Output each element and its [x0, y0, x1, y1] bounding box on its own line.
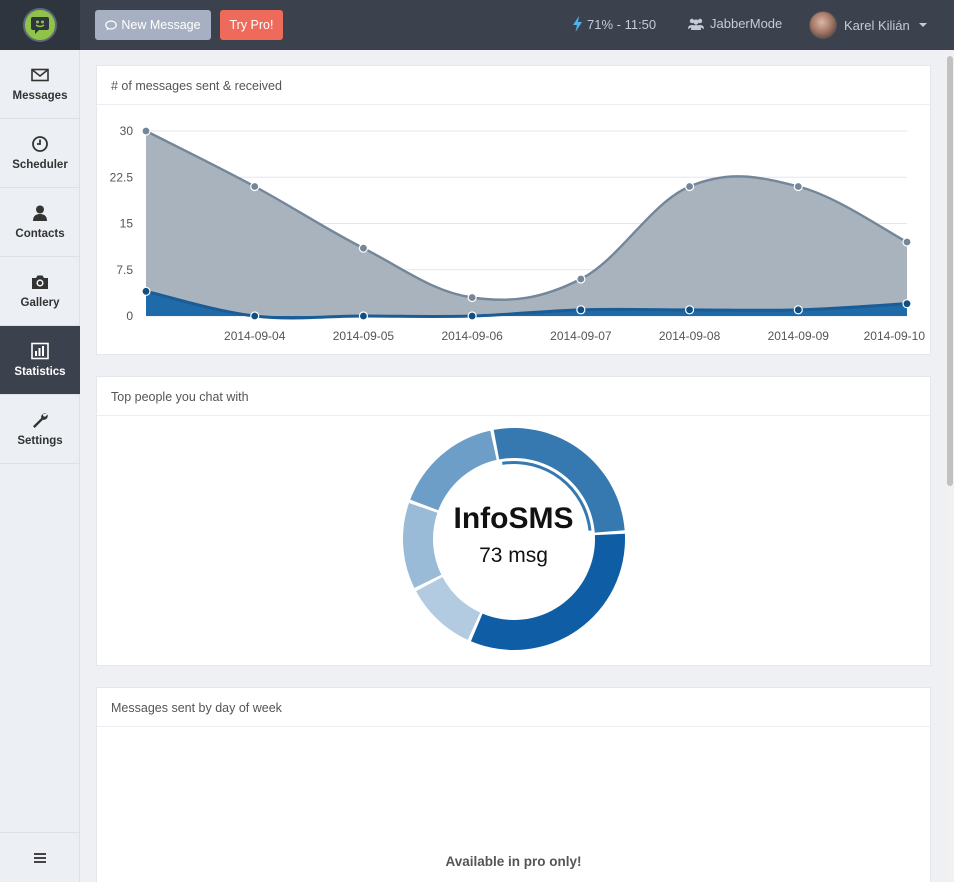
data-point[interactable] [576, 274, 586, 284]
x-tick-label: 2014-09-05 [333, 329, 395, 343]
users-icon [688, 18, 704, 30]
donut-chart[interactable] [97, 417, 930, 667]
sidebar-item-gallery[interactable]: Gallery [0, 257, 80, 326]
x-tick-label: 2014-09-09 [768, 329, 830, 343]
user-icon [33, 205, 47, 221]
data-point[interactable] [576, 305, 586, 315]
panel-title: Messages sent by day of week [97, 688, 930, 727]
data-point[interactable] [250, 181, 260, 192]
x-tick-label: 2014-09-10 [864, 329, 926, 343]
sidebar: Messages Scheduler Contacts Gallery Stat… [0, 50, 80, 882]
sidebar-item-label: Contacts [15, 228, 65, 240]
battery-status: 71% - 11:50 [573, 16, 656, 32]
scrollbar-thumb[interactable] [947, 56, 953, 486]
data-point[interactable] [141, 126, 151, 136]
data-point[interactable] [467, 311, 477, 321]
sidebar-item-label: Settings [17, 435, 63, 447]
battery-status-text: 71% - 11:50 [587, 16, 657, 32]
try-pro-label: Try Pro! [229, 18, 274, 32]
new-message-label: New Message [121, 18, 201, 32]
avatar [809, 11, 837, 39]
data-point[interactable] [902, 299, 912, 309]
y-tick-label: 15 [120, 217, 134, 231]
sidebar-item-messages[interactable]: Messages [0, 50, 80, 119]
messages-chart-panel: # of messages sent & received 0 7.5 15 22.5… [96, 65, 931, 355]
sidebar-item-label: Statistics [14, 366, 66, 378]
sidebar-item-statistics[interactable]: Statistics [0, 326, 80, 395]
user-menu[interactable]: Karel Kilián [809, 11, 927, 39]
x-tick-label: 2014-09-04 [224, 329, 286, 343]
bar-chart-icon [31, 342, 49, 360]
data-point[interactable] [684, 181, 695, 192]
sidebar-item-label: Scheduler [12, 159, 68, 171]
y-tick-label: 30 [120, 124, 134, 138]
jabber-mode-label: JabberMode [710, 16, 783, 31]
y-tick-label: 22.5 [110, 170, 134, 184]
x-tick-label: 2014-09-07 [550, 329, 612, 343]
chevron-down-icon [918, 23, 927, 27]
donut-center-count: 73 msg [479, 544, 548, 567]
camera-icon [32, 275, 48, 289]
scrollbar[interactable] [946, 50, 954, 882]
clock-icon [32, 136, 48, 152]
y-tick-label: 7.5 [116, 263, 133, 277]
user-name: Karel Kilián [844, 17, 910, 33]
bolt-icon [573, 16, 582, 32]
sidebar-item-scheduler[interactable]: Scheduler [0, 119, 80, 188]
wrench-icon [33, 413, 48, 428]
data-point[interactable] [793, 305, 803, 315]
x-tick-label: 2014-09-06 [441, 329, 503, 343]
day-of-week-panel: Messages sent by day of week Available i… [96, 687, 931, 882]
panel-title: Top people you chat with [97, 377, 930, 416]
envelope-icon [31, 68, 49, 82]
data-point[interactable] [250, 311, 260, 321]
chat-bubble-icon [105, 19, 118, 30]
donut-slice[interactable] [410, 430, 497, 511]
menu-toggle-button[interactable] [0, 832, 80, 882]
sidebar-item-label: Messages [12, 90, 68, 102]
data-point[interactable] [358, 243, 369, 253]
data-point[interactable] [902, 237, 912, 247]
sidebar-item-settings[interactable]: Settings [0, 395, 80, 464]
data-point[interactable] [358, 311, 369, 321]
data-point[interactable] [684, 305, 695, 315]
top-people-panel: Top people you chat with InfoSMS 73 msg [96, 376, 931, 666]
app-logo-icon [23, 8, 57, 42]
x-tick-label: 2014-09-08 [659, 329, 721, 343]
new-message-button[interactable]: New Message [95, 10, 211, 40]
data-point[interactable] [141, 286, 151, 296]
try-pro-button[interactable]: Try Pro! [220, 10, 283, 40]
data-point[interactable] [467, 292, 477, 303]
y-tick-label: 0 [126, 309, 133, 323]
top-people-donut: InfoSMS 73 msg [97, 417, 930, 667]
sidebar-item-label: Gallery [20, 297, 60, 309]
pro-only-notice: Available in pro only! [445, 854, 582, 869]
panel-title: # of messages sent & received [97, 66, 930, 105]
app-logo[interactable] [0, 0, 80, 50]
top-bar: New Message Try Pro! 71% - 11:50 JabberM… [0, 0, 954, 50]
jabber-mode-button[interactable]: JabberMode [688, 16, 782, 31]
donut-center-name: InfoSMS [453, 502, 574, 535]
hamburger-icon [34, 852, 46, 863]
sidebar-item-contacts[interactable]: Contacts [0, 188, 80, 257]
messages-area-chart: 0 7.5 15 22.5 30 2014-09-04 2014-09-05 2014-09-… [110, 124, 926, 343]
donut-slice[interactable] [416, 577, 481, 640]
data-point[interactable] [793, 181, 803, 192]
